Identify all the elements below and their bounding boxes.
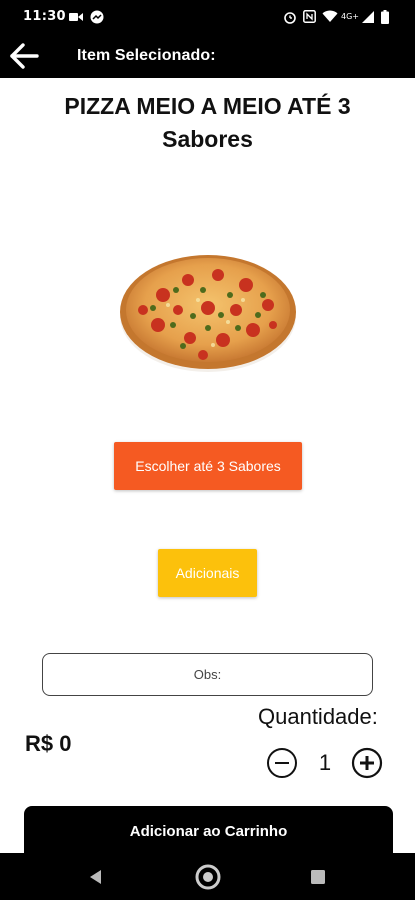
nfc-icon <box>303 9 316 24</box>
price-value: R$ 0 <box>25 731 72 756</box>
add-to-cart-button[interactable]: Adicionar ao Carrinho <box>24 806 393 856</box>
pizza-image <box>120 255 296 372</box>
video-camera-icon <box>69 9 83 24</box>
battery-icon <box>381 9 389 24</box>
quantity-value: 1 <box>318 750 332 775</box>
system-navigation-bar <box>0 853 415 900</box>
triangle-back-icon <box>90 870 101 884</box>
quantity-label: Quantidade: <box>258 704 378 729</box>
obs-input[interactable] <box>42 653 373 696</box>
product-title: PIZZA MEIO A MEIO ATÉ 3 Sabores <box>64 93 351 152</box>
square-recents-icon <box>311 870 325 884</box>
alarm-icon <box>283 9 297 24</box>
arrow-back-icon <box>10 43 39 69</box>
messenger-icon <box>90 9 104 24</box>
nav-home-button[interactable] <box>194 863 222 891</box>
status-bar: 11:30 4G+ <box>0 0 415 33</box>
decrease-quantity-button[interactable] <box>266 747 298 779</box>
nav-recents-button[interactable] <box>304 863 332 891</box>
status-time: 11:30 <box>23 9 66 24</box>
toolbar-title: Item Selecionado: <box>77 47 216 64</box>
minus-circle-icon <box>267 748 297 778</box>
plus-circle-icon <box>351 747 383 779</box>
network-type-label: 4G+ <box>341 12 359 21</box>
app-toolbar: Item Selecionado: <box>0 33 415 78</box>
back-button[interactable] <box>4 38 44 74</box>
signal-icon <box>362 9 374 24</box>
nav-back-button[interactable] <box>82 863 110 891</box>
choose-flavors-button[interactable]: Escolher até 3 Sabores <box>114 442 302 490</box>
extras-button[interactable]: Adicionais <box>158 549 257 597</box>
increase-quantity-button[interactable] <box>351 747 383 779</box>
wifi-icon <box>322 9 338 24</box>
home-circle-icon <box>195 864 221 890</box>
